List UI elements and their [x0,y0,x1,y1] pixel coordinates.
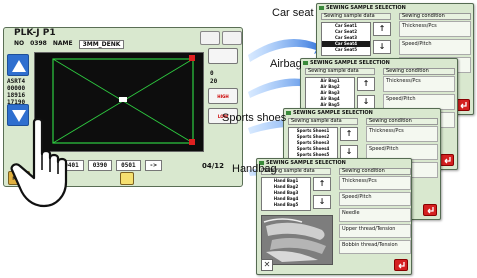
sample-data-header: Sewing sample data [288,118,358,125]
list-up-button[interactable]: ↑ [313,177,331,191]
selection-icon [303,60,308,65]
list-down-button[interactable]: ↓ [340,145,358,159]
sample-list[interactable]: Hand Bag1 Hand Bag2 Hand Bag3 Hand Bag4 … [261,177,311,211]
thickness-field[interactable]: Thickness/Pcs [383,76,455,92]
list-down-button[interactable]: ↓ [313,195,331,209]
thickness-field[interactable]: Thickness/Pcs [366,126,438,142]
list-up-button[interactable]: ↑ [373,22,391,36]
sewing-condition-header: Sewing condition [399,13,471,20]
enter-icon [427,207,434,214]
selection-icon [319,5,324,10]
thickness-field[interactable]: Thickness/Pcs [399,21,471,37]
card-title: SEWING SAMPLE SELECTION [286,110,373,116]
enter-button[interactable] [456,99,470,111]
sample-list[interactable]: Sports Shoes1 Sports Shoes2 Sports Shoes… [288,127,338,161]
enter-button[interactable] [440,154,454,166]
sewing-condition-header: Sewing condition [366,118,438,125]
list-down-button[interactable]: ↓ [373,40,391,54]
list-down-button[interactable]: ↓ [357,95,375,109]
bobbin-thread-field[interactable]: Bobbin thread/Tension [339,240,411,254]
speed-field[interactable]: Speed/Pitch [399,39,471,55]
enter-icon [460,102,467,109]
sewing-condition-header: Sewing condition [383,68,455,75]
list-up-button[interactable]: ↑ [340,127,358,141]
label-handbag: Handbag [232,163,277,175]
sample-data-header: Sewing sample data [305,68,375,75]
upper-thread-field[interactable]: Upper thread/Tension [339,224,411,238]
label-car-seat: Car seat [272,7,314,19]
sample-photo [261,215,333,265]
sample-list[interactable]: Air Bag1 Air Bag2 Air Bag3 Air Bag4 Air … [305,77,355,111]
list-item[interactable]: Hand Bag5 [262,202,310,208]
enter-button[interactable] [423,204,437,216]
sewing-condition-header: Sewing condition [339,168,411,175]
card-title: SEWING SAMPLE SELECTION [303,60,390,66]
enter-icon [398,262,405,269]
sample-list[interactable]: Car Seat1 Car Seat2 Car Seat3 Car Seat4 … [321,22,371,56]
thickness-field[interactable]: Thickness/Pcs [339,176,411,190]
list-item[interactable]: Car Seat5 [322,47,370,53]
speed-field[interactable]: Speed/Pitch [339,192,411,206]
sample-data-header: Sewing sample data [321,13,391,20]
needle-field[interactable]: Needle [339,208,411,222]
label-airbag: Airbag [270,58,302,70]
label-sports-shoes: Sports shoes [222,112,287,124]
enter-button[interactable] [394,259,408,271]
handbag-photo-image [262,216,332,264]
close-button[interactable]: ✕ [261,259,273,271]
card-title: SEWING SAMPLE SELECTION [319,5,406,11]
selection-icon [286,110,291,115]
enter-icon [444,157,451,164]
list-up-button[interactable]: ↑ [357,77,375,91]
handbag-card[interactable]: SEWING SAMPLE SELECTION Sewing sample da… [256,158,412,275]
